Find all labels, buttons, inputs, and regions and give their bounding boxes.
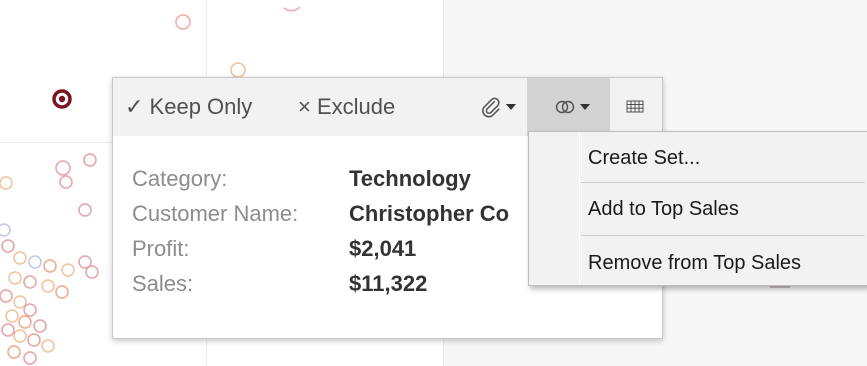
group-members-icon[interactable] (553, 95, 599, 119)
menu-separator (581, 182, 865, 183)
scatter-mark[interactable] (1, 323, 15, 337)
scatter-mark[interactable] (5, 309, 19, 323)
menu-item-remove-from-top-sales[interactable]: Remove from Top Sales (581, 243, 867, 283)
chevron-down-icon (506, 104, 516, 110)
field-value: $2,041 (349, 236, 417, 261)
scatter-mark[interactable] (59, 175, 73, 189)
menu-separator (581, 235, 865, 236)
scatter-mark[interactable] (41, 279, 55, 293)
field-value: $11,322 (349, 271, 428, 296)
scatter-mark[interactable] (85, 265, 99, 279)
scatter-mark[interactable] (23, 351, 37, 365)
scatter-mark[interactable] (61, 263, 75, 277)
scatter-mark[interactable] (41, 339, 55, 353)
scatter-mark[interactable] (13, 329, 27, 343)
scatter-mark[interactable] (13, 295, 27, 309)
scatter-mark[interactable] (8, 271, 22, 285)
scatter-mark[interactable] (83, 153, 97, 167)
set-context-menu: Create Set... Add to Top Sales Remove fr… (528, 131, 867, 286)
scatter-mark[interactable] (55, 285, 69, 299)
field-value: Technology (349, 166, 471, 191)
tooltip-toolbar: ✓ Keep Only × Exclude (113, 78, 662, 136)
field-label: Customer Name: (132, 201, 299, 226)
field-label: Sales: (132, 271, 194, 296)
scatter-mark[interactable] (0, 289, 13, 303)
view-data-icon[interactable] (624, 95, 646, 119)
scatter-mark[interactable] (1, 239, 15, 253)
scatter-mark[interactable] (18, 315, 32, 329)
scatter-mark[interactable] (27, 333, 41, 347)
keep-only-button[interactable]: ✓ Keep Only (125, 91, 252, 123)
menu-item-add-to-top-sales[interactable]: Add to Top Sales (581, 189, 867, 229)
scatter-mark[interactable] (28, 255, 42, 269)
scatter-mark[interactable] (43, 259, 57, 273)
scatter-mark[interactable] (230, 62, 246, 78)
scatter-mark[interactable] (0, 223, 11, 237)
scatter-mark[interactable] (283, 6, 301, 12)
field-label: Profit: (132, 236, 190, 261)
scatter-mark[interactable] (55, 160, 71, 176)
scatter-mark[interactable] (7, 345, 21, 359)
scatter-mark[interactable] (13, 251, 27, 265)
scatter-mark[interactable] (0, 176, 13, 190)
scatter-mark[interactable] (33, 319, 47, 333)
scatter-mark[interactable] (175, 14, 191, 30)
scatter-mark[interactable] (23, 303, 37, 317)
menu-item-create-set[interactable]: Create Set... (581, 138, 867, 178)
field-value: Christopher Co (349, 201, 510, 226)
scatter-mark[interactable] (23, 275, 37, 289)
menu-icon-gutter (579, 132, 580, 285)
field-label: Category: (132, 166, 228, 191)
scatter-mark[interactable] (78, 203, 92, 217)
paperclip-icon[interactable] (479, 95, 525, 119)
chevron-down-icon (580, 104, 590, 110)
selected-scatter-mark[interactable] (52, 89, 72, 109)
exclude-button[interactable]: × Exclude (298, 91, 395, 123)
